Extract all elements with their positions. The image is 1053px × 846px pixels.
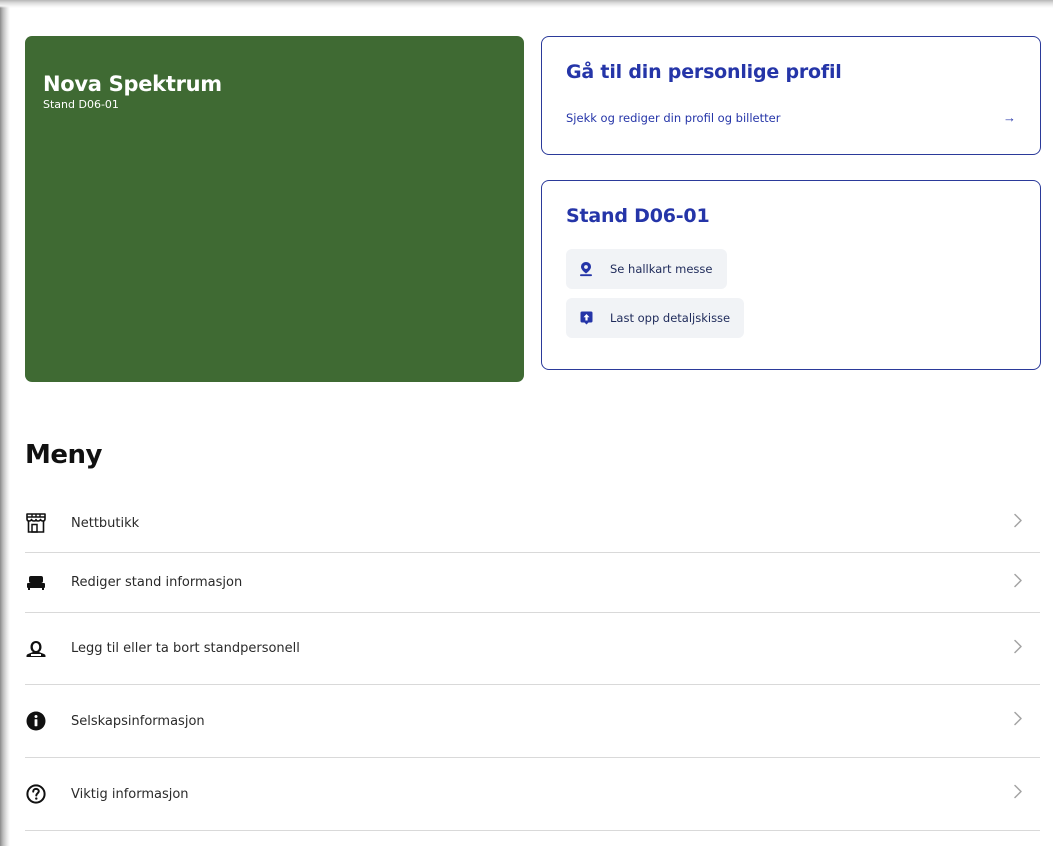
profile-card-subtitle: Sjekk og rediger din profil og billetter bbox=[566, 110, 781, 125]
page: Nova Spektrum Stand D06-01 Gå til din pe… bbox=[0, 0, 1053, 846]
company-stand-label: Stand D06-01 bbox=[43, 98, 119, 111]
upload-detail-sketch-button[interactable]: Last opp detaljskisse bbox=[566, 298, 745, 338]
stand-icon bbox=[25, 572, 47, 594]
map-pin-icon bbox=[578, 261, 594, 277]
store-icon bbox=[25, 512, 47, 534]
menu-item-important-info[interactable]: Viktig informasjon bbox=[25, 758, 1040, 831]
menu-item-label: Rediger stand informasjon bbox=[71, 575, 243, 590]
chevron-right-icon bbox=[1014, 711, 1022, 731]
menu-item-nettbutikk[interactable]: Nettbutikk bbox=[25, 494, 1040, 553]
menu-item-label: Legg til eller ta bort standpersonell bbox=[71, 641, 300, 656]
menu-item-company-info[interactable]: Selskapsinformasjon bbox=[25, 685, 1040, 758]
menu-item-label: Nettbutikk bbox=[71, 515, 140, 531]
stand-card: Stand D06-01 Se hallkart messe Last opp … bbox=[541, 180, 1041, 370]
menu-item-label: Viktig informasjon bbox=[71, 786, 189, 802]
profile-card-link-row: Sjekk og rediger din profil og billetter… bbox=[566, 110, 1016, 125]
chevron-right-icon bbox=[1014, 573, 1022, 592]
upload-icon bbox=[578, 310, 594, 326]
menu-item-stand-personnel[interactable]: Legg til eller ta bort standpersonell bbox=[25, 613, 1040, 685]
company-card: Nova Spektrum Stand D06-01 bbox=[25, 36, 524, 382]
menu-item-edit-stand-info[interactable]: Rediger stand informasjon bbox=[25, 553, 1040, 613]
profile-card-title: Gå til din personlige profil bbox=[566, 61, 842, 83]
view-hall-map-label: Se hallkart messe bbox=[610, 262, 713, 276]
chevron-right-icon bbox=[1014, 639, 1022, 658]
upload-detail-sketch-label: Last opp detaljskisse bbox=[610, 311, 731, 325]
info-icon bbox=[25, 710, 47, 732]
chevron-right-icon bbox=[1014, 513, 1022, 533]
personal-profile-card[interactable]: Gå til din personlige profil Sjekk og re… bbox=[541, 36, 1041, 155]
window-frame-left bbox=[0, 0, 10, 846]
chevron-right-icon bbox=[1014, 784, 1022, 804]
menu-heading: Meny bbox=[25, 440, 102, 470]
company-name: Nova Spektrum bbox=[43, 72, 222, 96]
arrow-right-icon: → bbox=[1003, 110, 1016, 125]
menu-item-label: Selskapsinformasjon bbox=[71, 713, 205, 729]
stand-card-title: Stand D06-01 bbox=[566, 205, 710, 227]
menu-list: Nettbutikk Rediger stand informasjon Leg… bbox=[25, 494, 1040, 831]
question-icon bbox=[25, 783, 47, 805]
view-hall-map-button[interactable]: Se hallkart messe bbox=[566, 249, 727, 289]
personnel-icon bbox=[25, 638, 47, 660]
window-frame-top bbox=[0, 0, 1053, 8]
